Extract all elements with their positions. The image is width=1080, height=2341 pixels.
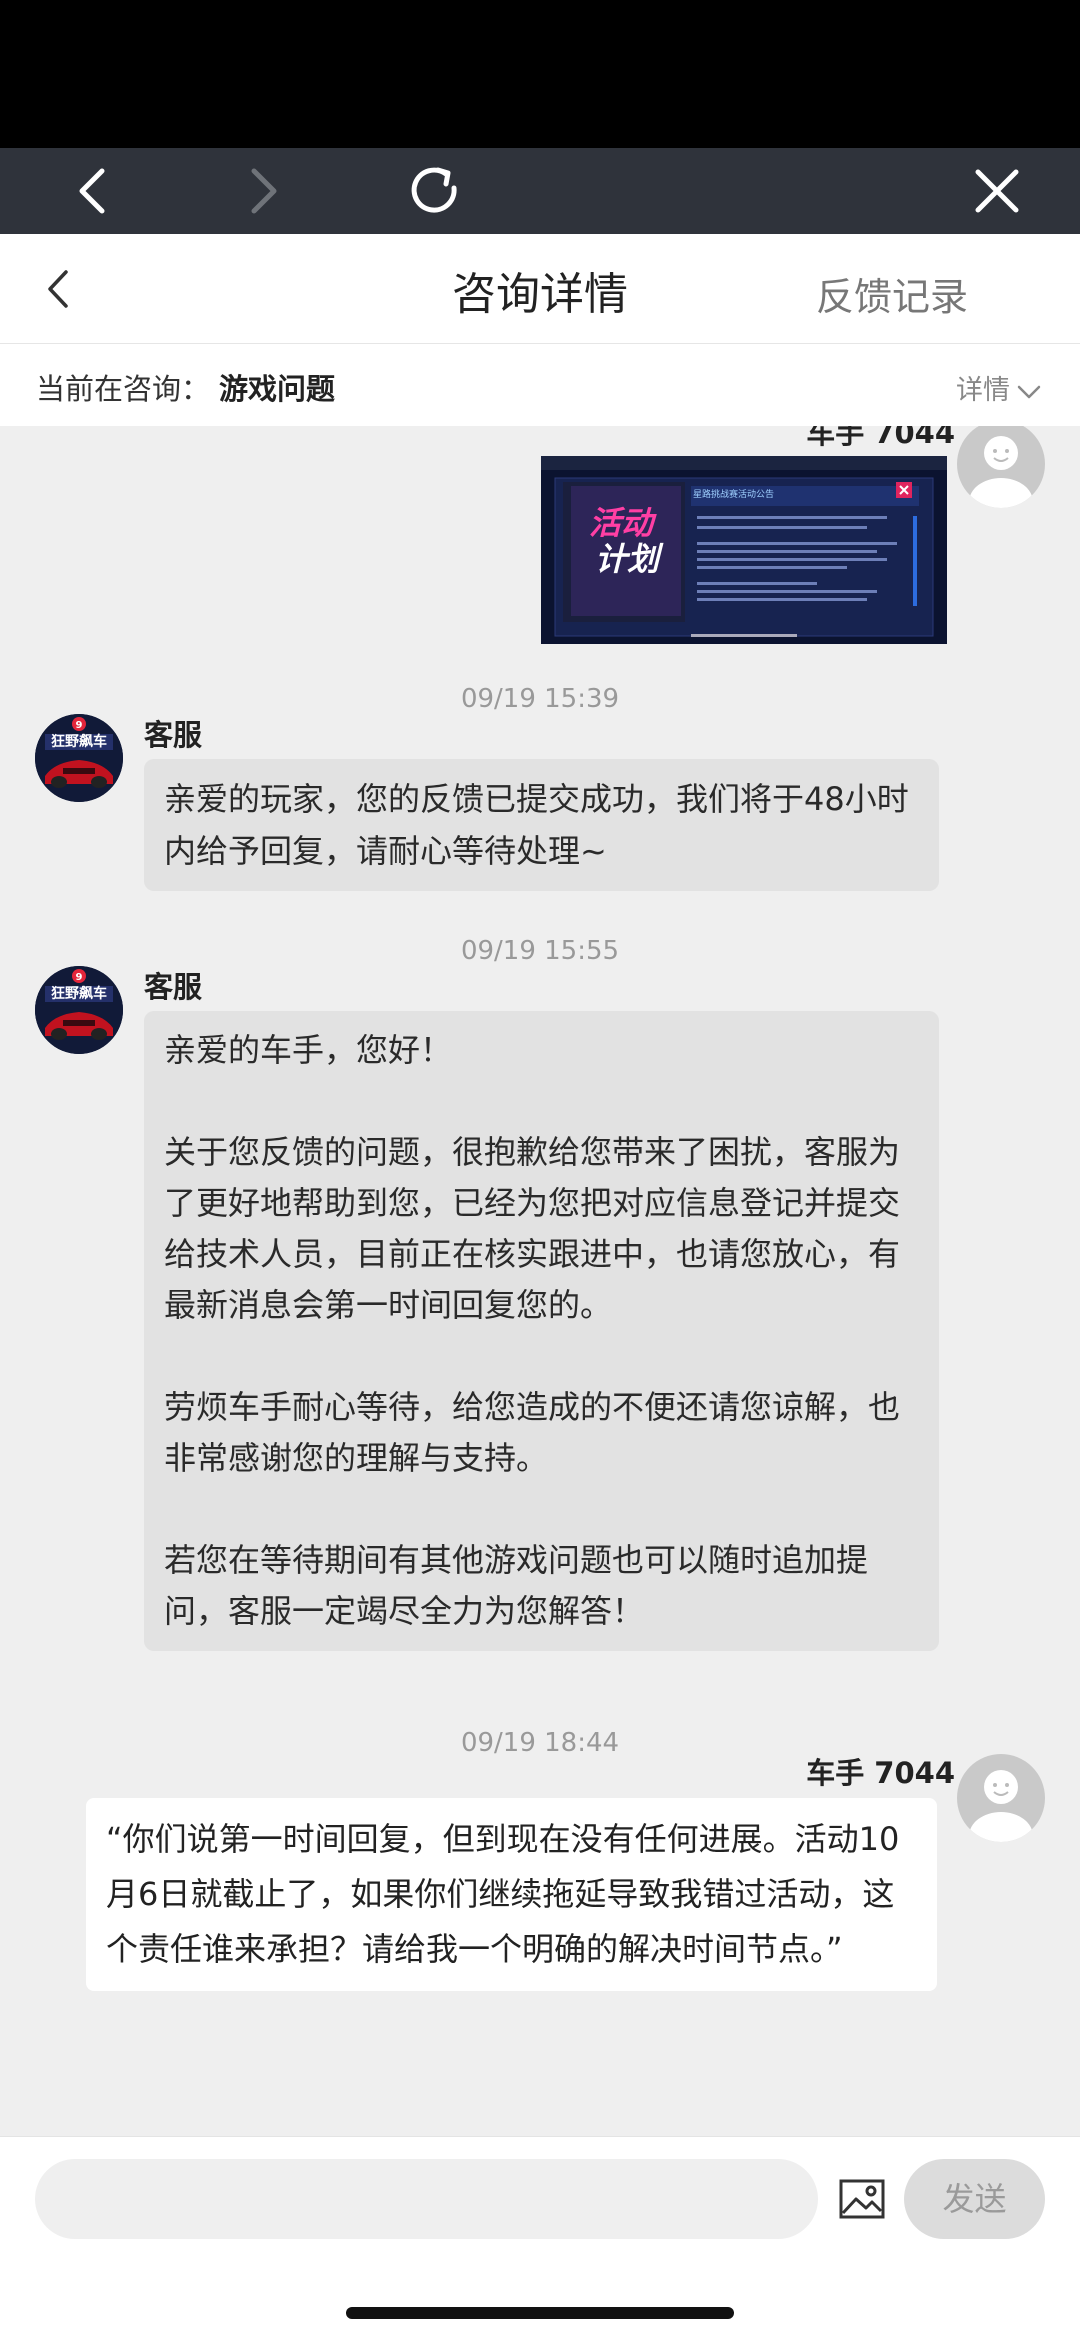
user-avatar-icon — [969, 436, 1033, 508]
browser-back-button[interactable] — [58, 156, 128, 226]
image-icon — [839, 2179, 885, 2219]
message-screenshot-image[interactable]: 活动 计划 星路挑战赛活动公告 — [541, 456, 947, 644]
chevron-right-icon — [251, 168, 277, 214]
close-icon — [975, 169, 1019, 213]
chat-messages[interactable]: 车手 7044 活动 计划 星路挑战赛活动公告 09/19 15:39 9 狂野… — [0, 426, 1080, 2136]
browser-reload-button[interactable] — [400, 156, 470, 226]
svg-text:9: 9 — [76, 720, 83, 731]
service-message-bubble: 亲爱的玩家，您的反馈已提交成功，我们将于48小时内给予回复，请耐心等待处理~ — [144, 759, 939, 891]
image-upload-button[interactable] — [838, 2175, 886, 2223]
status-bar — [0, 0, 1080, 148]
topic-label: 当前在咨询： — [36, 372, 211, 406]
sender-name: 车手 7044 — [806, 426, 955, 450]
browser-toolbar — [0, 148, 1080, 234]
service-logo-icon: 9 — [35, 966, 123, 1054]
sender-name: 客服 — [144, 718, 203, 752]
avatar: 9 狂野飙车 — [35, 966, 123, 1054]
avatar — [957, 1754, 1045, 1842]
sender-name: 车手 7044 — [806, 1756, 955, 1790]
service-logo-icon: 9 — [35, 714, 123, 802]
image-banner-text-2: 计划 — [595, 540, 660, 578]
browser-close-button[interactable] — [962, 156, 1032, 226]
page-header: 咨询详情 反馈记录 — [0, 234, 1080, 344]
chevron-down-icon — [1017, 385, 1041, 398]
chevron-left-icon — [79, 168, 105, 214]
service-logo-text: 狂野飙车 — [51, 734, 107, 750]
service-message-bubble: 亲爱的车手，您好！ 关于您反馈的问题，很抱歉给您带来了困扰，客服为了更好地帮助到… — [144, 1011, 939, 1651]
user-message-bubble: “你们说第一时间回复，但到现在没有任何进展。活动10月6日就截止了，如果你们继续… — [86, 1798, 937, 1991]
chevron-left-icon — [48, 270, 68, 308]
topic-value: 游戏问题 — [219, 372, 336, 406]
image-heading-text: 星路挑战赛活动公告 — [693, 490, 775, 500]
user-avatar-icon — [969, 1770, 1033, 1842]
browser-forward-button[interactable] — [228, 156, 298, 226]
send-button[interactable]: 发送 — [904, 2159, 1045, 2239]
details-label: 详情 — [956, 375, 1010, 406]
back-button[interactable] — [36, 262, 86, 316]
avatar — [957, 426, 1045, 508]
message-timestamp: 09/19 15:55 — [460, 936, 620, 966]
service-logo-text: 狂野飙车 — [51, 986, 107, 1002]
image-banner-text: 活动 — [589, 504, 654, 542]
svg-text:9: 9 — [76, 972, 83, 983]
feedback-records-link[interactable]: 反馈记录 — [816, 266, 968, 321]
details-toggle[interactable]: 详情 — [956, 368, 1042, 407]
sender-name: 客服 — [144, 970, 203, 1004]
message-input[interactable] — [35, 2159, 818, 2239]
reload-icon — [411, 167, 457, 213]
home-indicator[interactable] — [346, 2307, 734, 2319]
message-timestamp: 09/19 15:39 — [460, 684, 620, 714]
consult-topic-bar: 当前在咨询： 游戏问题 详情 — [0, 344, 1080, 426]
avatar: 9 狂野飙车 — [35, 714, 123, 802]
